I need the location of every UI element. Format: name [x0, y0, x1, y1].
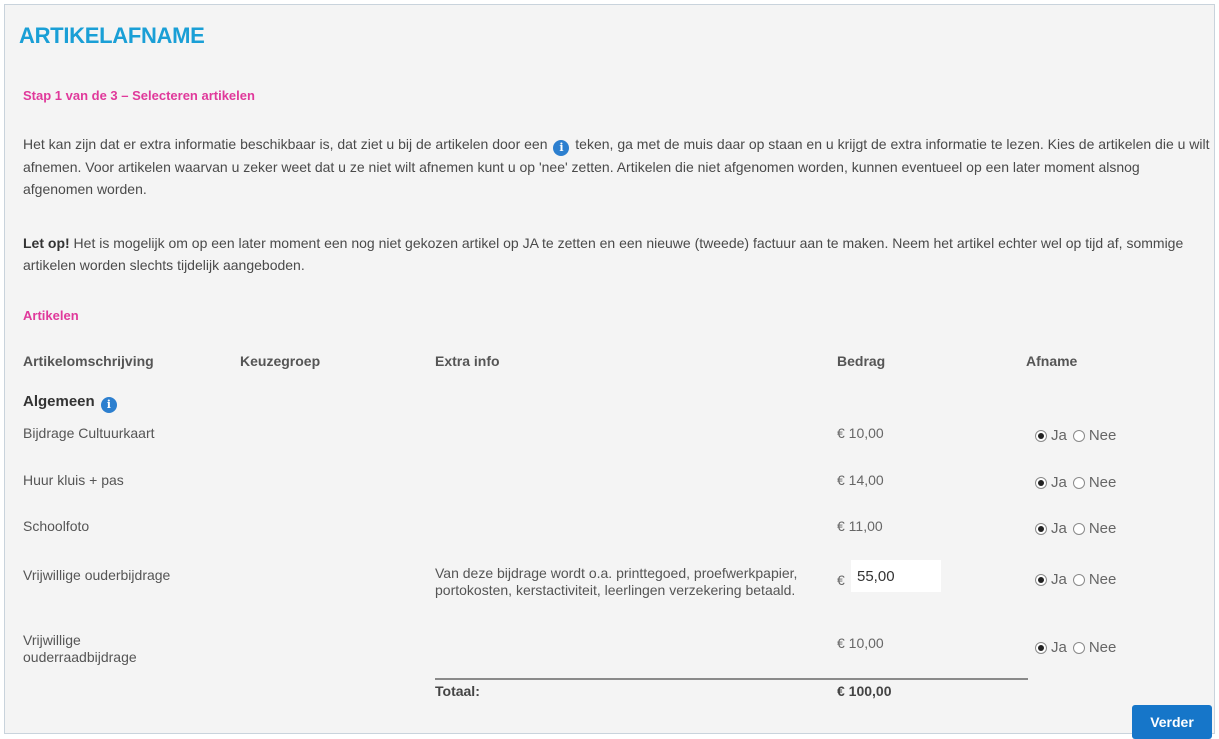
- row-amount: € 10,00: [837, 425, 884, 441]
- total-value: € 100,00: [837, 683, 892, 699]
- row-extra-info: Van deze bijdrage wordt o.a. printtegoed…: [435, 565, 798, 598]
- row-amount: € 11,00: [837, 518, 883, 534]
- total-label: Totaal:: [435, 683, 480, 699]
- intro-paragraph: Het kan zijn dat er extra informatie bes…: [23, 133, 1213, 200]
- group-name: Algemeen: [23, 393, 95, 410]
- row-name-line2: ouderraadbijdrage: [23, 649, 137, 665]
- radio-ja-label[interactable]: Ja: [1051, 639, 1067, 656]
- row-name: Bijdrage Cultuurkaart: [23, 425, 155, 441]
- radio-ja[interactable]: [1035, 641, 1047, 654]
- radio-nee-label[interactable]: Nee: [1089, 520, 1117, 537]
- section-title: Artikelen: [23, 308, 79, 323]
- radio-ja[interactable]: [1035, 573, 1047, 586]
- row-currency: €: [837, 572, 845, 588]
- radio-nee-label[interactable]: Nee: [1089, 427, 1117, 444]
- afname-radio-group: Ja Nee: [1035, 571, 1122, 588]
- radio-ja-label[interactable]: Ja: [1051, 474, 1067, 491]
- page-title: ARTIKELAFNAME: [19, 23, 205, 48]
- header-bedrag: Bedrag: [837, 353, 886, 369]
- group-label: Algemeen i: [23, 393, 119, 413]
- radio-ja-label[interactable]: Ja: [1051, 571, 1067, 588]
- radio-nee-label[interactable]: Nee: [1089, 639, 1117, 656]
- afname-radio-group: Ja Nee: [1035, 474, 1122, 491]
- intro-text-start: Het kan zijn dat er extra informatie bes…: [23, 136, 548, 152]
- row-name-line1: Vrijwillige: [23, 632, 81, 648]
- radio-nee-label[interactable]: Nee: [1089, 474, 1117, 491]
- radio-nee-label[interactable]: Nee: [1089, 571, 1117, 588]
- radio-ja[interactable]: [1035, 522, 1047, 535]
- header-afname: Afname: [1026, 353, 1078, 369]
- radio-ja-label[interactable]: Ja: [1051, 427, 1067, 444]
- total-divider: [435, 678, 1028, 680]
- radio-ja[interactable]: [1035, 429, 1047, 442]
- radio-nee[interactable]: [1072, 429, 1085, 442]
- amount-input[interactable]: [851, 560, 941, 592]
- note-paragraph: Let op! Het is mogelijk om op een later …: [23, 232, 1213, 276]
- afname-radio-group: Ja Nee: [1035, 427, 1122, 444]
- row-name: Huur kluis + pas: [23, 472, 124, 488]
- header-artikelomschrijving: Artikelomschrijving: [23, 353, 154, 369]
- radio-nee[interactable]: [1072, 522, 1085, 535]
- info-icon: i: [553, 140, 570, 156]
- header-extra-info: Extra info: [435, 353, 500, 369]
- afname-radio-group: Ja Nee: [1035, 520, 1122, 537]
- radio-nee[interactable]: [1072, 573, 1085, 586]
- step-indicator: Stap 1 van de 3 – Selecteren artikelen: [23, 88, 255, 103]
- radio-ja-label[interactable]: Ja: [1051, 520, 1067, 537]
- next-button[interactable]: Verder: [1132, 705, 1212, 739]
- page-frame: ARTIKELAFNAME Stap 1 van de 3 – Selecter…: [4, 4, 1215, 739]
- radio-nee[interactable]: [1072, 476, 1085, 489]
- header-keuzegroep: Keuzegroep: [240, 353, 321, 369]
- row-name: Vrijwillige ouderraadbijdrage: [23, 632, 137, 666]
- info-icon[interactable]: i: [100, 397, 117, 413]
- note-label: Let op!: [23, 235, 70, 251]
- note-text: Het is mogelijk om op een later moment e…: [23, 235, 1184, 273]
- afname-radio-group: Ja Nee: [1035, 639, 1122, 656]
- row-amount: € 10,00: [837, 635, 884, 651]
- row-amount: € 14,00: [837, 472, 884, 488]
- row-name: Vrijwillige ouderbijdrage: [23, 567, 171, 583]
- row-name: Schoolfoto: [23, 518, 90, 534]
- radio-nee[interactable]: [1072, 641, 1085, 654]
- radio-ja[interactable]: [1035, 476, 1047, 489]
